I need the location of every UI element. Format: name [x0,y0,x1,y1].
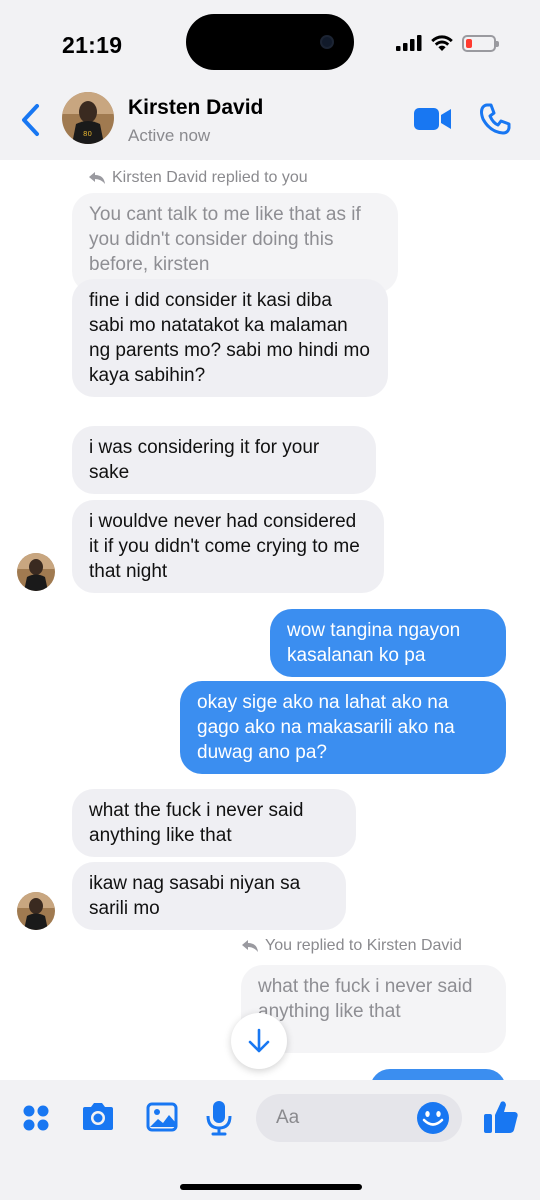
status-icons [396,34,499,52]
outgoing-message[interactable]: okay sige ako na lahat ako na gago ako n… [180,681,506,774]
status-bar: 21:19 [0,0,540,92]
like-icon[interactable] [482,1098,520,1136]
front-camera-icon [320,35,334,49]
battery-low-icon [462,34,499,52]
reply-indicator-text: You replied to Kirsten David [265,937,462,954]
avatar[interactable]: 80 [62,92,114,144]
scroll-to-bottom-button[interactable] [231,1013,287,1069]
phone-call-icon[interactable] [478,102,512,136]
message-text: wow tangina ngayon kasalanan ko pa [287,620,461,666]
back-icon[interactable] [18,102,44,138]
incoming-message[interactable]: fine i did consider it kasi diba sabi mo… [72,279,388,397]
outgoing-message[interactable]: wow tangina ngayon kasalanan ko pa [270,609,506,677]
message-text: okay sige ako na lahat ako na gago ako n… [197,692,455,763]
incoming-message[interactable]: i wouldve never had considered it if you… [72,500,384,593]
emoji-icon[interactable] [416,1101,450,1135]
camera-icon[interactable] [80,1102,116,1132]
contact-name[interactable]: Kirsten David [128,96,263,120]
sender-avatar[interactable] [17,553,55,591]
clock: 21:19 [62,32,123,58]
home-indicator[interactable] [180,1184,362,1190]
incoming-message[interactable]: ikaw nag sasabi niyan sa sarili mo [72,862,346,930]
reply-indicator: You replied to Kirsten David [241,937,462,955]
photo-icon[interactable] [146,1102,178,1132]
svg-text:80: 80 [83,130,92,138]
microphone-icon[interactable] [206,1100,232,1136]
active-status: Active now [128,126,211,145]
signal-icon [396,35,422,51]
reply-indicator: Kirsten David replied to you [88,169,308,187]
quoted-message-text: what the fuck i never said anything like… [258,976,473,1022]
message-text: i wouldve never had considered it if you… [89,511,360,582]
message-text: ikaw nag sasabi niyan sa sarili mo [89,873,301,919]
incoming-message[interactable]: i was considering it for your sake [72,426,376,494]
chat-header: 80 Kirsten David Active now [0,92,540,160]
message-text: fine i did consider it kasi diba sabi mo… [89,290,370,386]
message-text: i was considering it for your sake [89,437,320,483]
wifi-icon [431,35,453,51]
reply-arrow-icon [89,172,105,184]
reply-indicator-text: Kirsten David replied to you [112,169,308,186]
sender-avatar[interactable] [17,892,55,930]
incoming-message[interactable]: what the fuck i never said anything like… [72,789,356,857]
message-text: what the fuck i never said anything like… [89,800,304,846]
message-composer [0,1080,540,1200]
video-call-icon[interactable] [414,106,452,132]
apps-icon[interactable] [22,1104,50,1132]
quoted-message-text: You cant talk to me like that as if you … [89,204,361,275]
dynamic-island [186,14,354,70]
reply-arrow-icon [242,940,258,952]
quoted-message[interactable]: You cant talk to me like that as if you … [72,193,398,293]
arrow-down-icon [248,1028,270,1053]
